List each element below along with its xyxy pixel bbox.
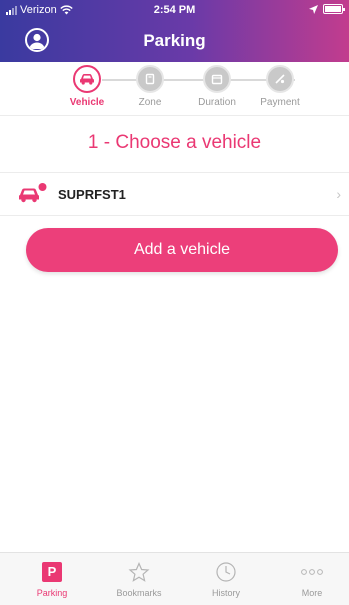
tab-more[interactable]: More <box>277 561 347 598</box>
step-label: Vehicle <box>69 97 105 108</box>
status-bar: Verizon 2:54 PM <box>0 0 349 22</box>
vehicle-name: SUPRFST1 <box>58 187 126 202</box>
p-badge-icon: P <box>42 562 62 582</box>
card-icon <box>266 65 294 93</box>
clock-icon <box>216 562 236 582</box>
tab-bar: P Parking Bookmarks History More <box>0 552 349 605</box>
tab-label: History <box>211 588 240 598</box>
status-time: 2:54 PM <box>153 4 196 16</box>
section-title: 1 - Choose a vehicle <box>87 132 262 153</box>
step-vehicle[interactable]: Vehicle <box>52 65 122 108</box>
star-icon <box>128 561 150 582</box>
tab-label: More <box>301 588 323 598</box>
tab-label: Bookmarks <box>116 588 162 598</box>
tab-history[interactable]: History <box>191 561 261 598</box>
add-vehicle-button[interactable]: Add a vehicle <box>26 228 338 272</box>
step-label: Zone <box>138 97 162 108</box>
location-arrow-icon <box>309 4 318 14</box>
vehicle-list-item[interactable]: SUPRFST1 › <box>0 172 349 216</box>
step-zone[interactable]: Zone <box>115 65 185 108</box>
tab-label: Parking <box>36 588 68 598</box>
nav-bar: Parking <box>0 22 349 62</box>
tab-parking[interactable]: P Parking <box>17 561 87 598</box>
step-payment[interactable]: Payment <box>245 65 315 108</box>
tab-bookmarks[interactable]: Bookmarks <box>104 561 174 598</box>
page-title: Parking <box>143 31 206 50</box>
chevron-right-icon: › <box>336 186 341 202</box>
app-header: Verizon 2:54 PM Parking <box>0 0 349 62</box>
more-icon <box>301 569 323 575</box>
calendar-icon <box>203 65 231 93</box>
step-label: Duration <box>198 97 236 108</box>
progress-stepper: Vehicle Zone Duration Payment <box>0 62 349 116</box>
car-icon <box>73 65 101 93</box>
zone-icon <box>136 65 164 93</box>
user-circle-icon[interactable] <box>25 28 49 52</box>
status-right <box>309 4 345 14</box>
car-icon <box>18 182 48 209</box>
step-duration[interactable]: Duration <box>182 65 252 108</box>
battery-icon <box>323 4 345 14</box>
step-label: Payment <box>260 97 300 108</box>
